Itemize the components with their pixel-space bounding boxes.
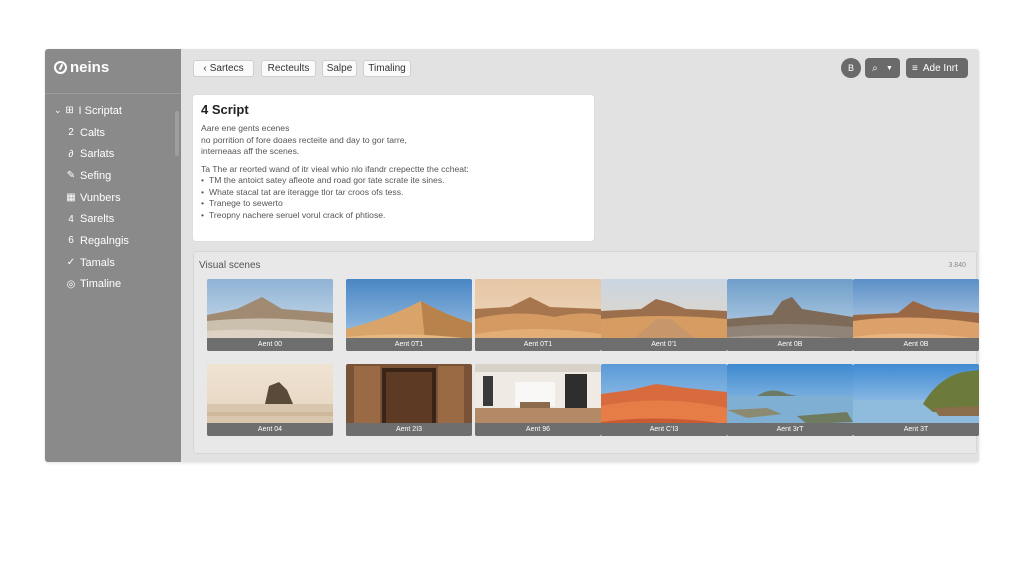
script-title: 4 Script <box>201 102 249 117</box>
tab-timaling[interactable]: Timaling <box>363 60 411 77</box>
pencil-icon: ✎ <box>66 170 76 182</box>
scene-caption: Aent 0B <box>727 338 853 351</box>
scene-thumbnail[interactable]: Aent 0T1 <box>346 279 472 351</box>
add-button[interactable]: ≡ Ade Inrt <box>906 58 968 78</box>
scenes-count: 3.840 <box>948 262 966 269</box>
logo-icon <box>54 61 67 74</box>
sidebar-item-label: Calts <box>80 126 106 139</box>
link-icon: ∂ <box>68 148 74 160</box>
search-dropdown-button[interactable]: ⌕ ▼ <box>865 58 900 78</box>
script-text: Ta The ar reorted wand of itr vieal whio… <box>201 163 469 174</box>
sidebar-item-label: Vunbers <box>80 191 121 204</box>
brand[interactable]: neins <box>54 59 109 76</box>
back-button-label: Sartecs <box>209 63 244 74</box>
sidebar-item-script[interactable]: ⌄ ⊞ I Scriptat <box>45 100 181 122</box>
script-text: no porrition of fore doaes recteite and … <box>201 134 407 145</box>
scene-caption: Aent 0T1 <box>346 338 472 351</box>
chevron-down-icon: ⌄ <box>54 105 62 116</box>
tab-label: Salpe <box>326 63 353 74</box>
toolbar: ‹ Sartecs Recteults Salpe Timaling B ⌕ ▼… <box>181 49 979 89</box>
scene-thumbnail[interactable]: Aent 0'1 <box>601 279 727 351</box>
check-icon: ✓ <box>66 257 76 269</box>
scene-thumbnail[interactable]: Aent 0B <box>727 279 853 351</box>
scene-thumbnail[interactable]: Aent 0T1 <box>475 279 601 351</box>
scene-caption: Aent C'I3 <box>601 423 727 436</box>
sidebar-nav: ⌄ ⊞ I Scriptat 2 Calts ∂ Sarlats ✎ Sefin… <box>45 100 181 295</box>
sidebar-item-regalngis[interactable]: 6 Regalngis <box>45 230 181 252</box>
script-text: interneaas aff the scenes. <box>201 146 300 156</box>
scene-thumbnail[interactable]: Aent C'I3 <box>601 364 727 436</box>
scene-caption: Aent 0T1 <box>475 338 601 351</box>
sidebar-item-sarelts[interactable]: 4 Sarelts <box>45 208 181 230</box>
tab-results[interactable]: Recteults <box>261 60 316 77</box>
scene-caption: Aent 00 <box>207 338 333 351</box>
sidebar-item-label: Sarelts <box>80 213 115 226</box>
profile-button[interactable]: B <box>841 58 861 78</box>
profile-button-label: B <box>847 63 854 73</box>
sidebar-item-label: Timaline <box>80 278 122 291</box>
add-button-label: Ade Inrt <box>922 62 958 74</box>
visual-scenes-panel: Visual scenes 3.840 Aent 00 Aent 0T1 Aen… <box>193 251 979 454</box>
sidebar-item-vunbers[interactable]: ▦ Vunbers <box>45 187 181 209</box>
script-panel: 4 Script Aare ene gents ecenes no porrit… <box>193 95 594 241</box>
sidebar-item-calts[interactable]: 2 Calts <box>45 122 181 144</box>
scene-thumbnail[interactable]: Aent 0B <box>853 279 979 351</box>
script-bullet: Tranege to sewerto <box>201 198 586 210</box>
number-2-icon: 2 <box>68 127 74 139</box>
timeline-icon: ◎ <box>66 278 76 290</box>
scene-caption: Aent 3rT <box>727 423 853 436</box>
chevron-left-icon: ‹ <box>203 63 207 74</box>
scene-caption: Aent 0'1 <box>601 338 727 351</box>
sidebar-item-tamals[interactable]: ✓ Tamals <box>45 252 181 274</box>
sidebar-item-sefing[interactable]: ✎ Sefing <box>45 165 181 187</box>
scenes-title: Visual scenes <box>199 260 261 271</box>
tab-label: Recteults <box>267 63 310 74</box>
search-icon: ⌕ <box>872 62 878 74</box>
scene-thumbnail[interactable]: Aent 04 <box>207 364 333 436</box>
scene-thumbnail[interactable]: Aent 2I3 <box>346 364 472 436</box>
scene-thumbnail[interactable]: Aent 3rT <box>727 364 853 436</box>
grid-icon: ▦ <box>66 192 76 204</box>
sidebar-scrollbar[interactable] <box>175 111 179 156</box>
number-4-icon: 4 <box>68 213 74 225</box>
sidebar-item-sarlats[interactable]: ∂ Sarlats <box>45 143 181 165</box>
scene-thumbnail[interactable]: Aent 00 <box>207 279 333 351</box>
scene-caption: Aent 3T <box>853 423 979 436</box>
sidebar-item-label: Regalngis <box>80 234 129 247</box>
chevron-down-icon: ▼ <box>885 64 893 72</box>
sidebar-item-label: Tamals <box>80 256 115 269</box>
brand-name: neins <box>70 59 110 76</box>
scene-caption: Aent 0B <box>853 338 979 351</box>
script-bullet: Treopny nachere seruel vorul crack of ph… <box>201 210 586 222</box>
scene-caption: Aent 04 <box>207 423 333 436</box>
divider <box>45 93 181 94</box>
script-text: Aare ene gents ecenes <box>201 123 290 133</box>
menu-icon: ≡ <box>912 62 918 74</box>
scene-caption: Aent 96 <box>475 423 601 436</box>
sidebar: neins ⌄ ⊞ I Scriptat 2 Calts ∂ Sarlats ✎… <box>45 49 181 462</box>
script-icon: ⊞ <box>65 105 74 117</box>
back-button[interactable]: ‹ Sartecs <box>193 60 254 77</box>
script-bullet: Whate stacal tat are iteragge tlor tar c… <box>201 187 586 199</box>
tab-salpe[interactable]: Salpe <box>322 60 357 77</box>
scene-thumbnail[interactable]: Aent 3T <box>853 364 979 436</box>
sidebar-item-timaline[interactable]: ◎ Timaline <box>45 274 181 296</box>
scene-thumbnail[interactable]: Aent 96 <box>475 364 601 436</box>
scene-caption: Aent 2I3 <box>346 423 472 436</box>
sidebar-item-label: Sarlats <box>80 148 115 161</box>
script-bullet: TM the antoict satey afleote and road go… <box>201 175 586 187</box>
sidebar-item-label: I Scriptat <box>78 104 122 117</box>
app-window: neins ⌄ ⊞ I Scriptat 2 Calts ∂ Sarlats ✎… <box>45 49 979 462</box>
number-6-icon: 6 <box>68 235 74 247</box>
tab-label: Timaling <box>368 63 406 74</box>
sidebar-item-label: Sefing <box>80 169 112 182</box>
